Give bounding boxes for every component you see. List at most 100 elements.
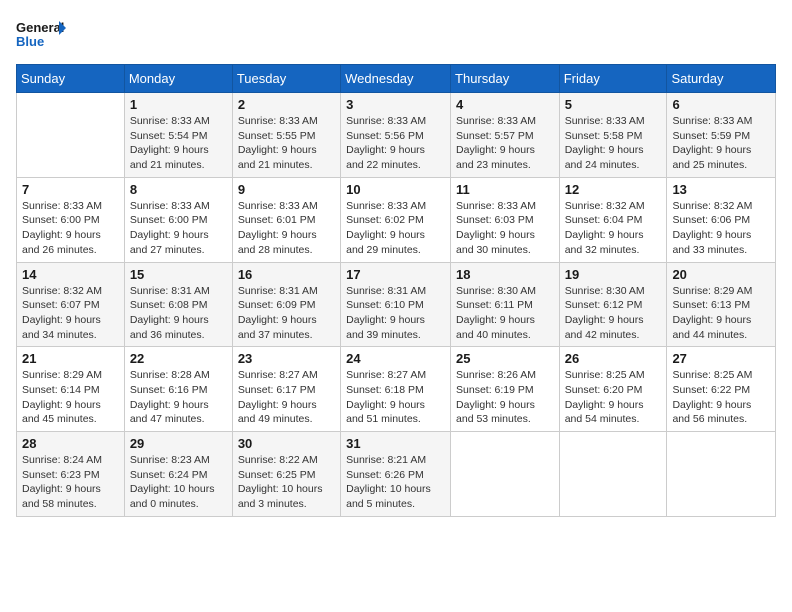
calendar-cell: 25 Sunrise: 8:26 AM Sunset: 6:19 PM Dayli…: [451, 347, 560, 432]
weekday-header-thursday: Thursday: [451, 65, 560, 93]
day-number: 19: [565, 267, 662, 282]
day-number: 21: [22, 351, 119, 366]
svg-text:General: General: [16, 20, 64, 35]
day-info: Sunrise: 8:33 AM Sunset: 5:58 PM Dayligh…: [565, 114, 662, 173]
calendar-cell: 6Sunrise: 8:33 AM Sunset: 5:59 PM Daylig…: [667, 93, 776, 178]
day-number: 9: [238, 182, 335, 197]
day-number: 20: [672, 267, 770, 282]
day-number: 27: [672, 351, 770, 366]
logo: General Blue: [16, 16, 66, 56]
calendar-cell: 22Sunrise: 8:28 AM Sunset: 6:16 PM Dayli…: [124, 347, 232, 432]
calendar-cell: 27Sunrise: 8:25 AM Sunset: 6:22 PM Dayli…: [667, 347, 776, 432]
day-number: 26: [565, 351, 662, 366]
calendar-cell: 1 Sunrise: 8:33 AM Sunset: 5:54 PM Daylig…: [124, 93, 232, 178]
day-info: Sunrise: 8:27 AM Sunset: 6:18 PM Dayligh…: [346, 368, 445, 427]
calendar-cell: 2Sunrise: 8:33 AM Sunset: 5:55 PM Daylig…: [232, 93, 340, 178]
calendar-week-row: 7 Sunrise: 8:33 AM Sunset: 6:00 PM Daylig…: [17, 177, 776, 262]
day-number: 24: [346, 351, 445, 366]
calendar-cell: 23Sunrise: 8:27 AM Sunset: 6:17 PM Dayli…: [232, 347, 340, 432]
calendar-cell: 15 Sunrise: 8:31 AM Sunset: 6:08 PM Dayli…: [124, 262, 232, 347]
day-info: Sunrise: 8:31 AM Sunset: 6:10 PM Dayligh…: [346, 284, 445, 343]
day-info: Sunrise: 8:30 AM Sunset: 6:12 PM Dayligh…: [565, 284, 662, 343]
day-number: 2: [238, 97, 335, 112]
calendar-cell: 13Sunrise: 8:32 AM Sunset: 6:06 PM Dayli…: [667, 177, 776, 262]
calendar-cell: 3Sunrise: 8:33 AM Sunset: 5:56 PM Daylig…: [341, 93, 451, 178]
calendar-cell: 14Sunrise: 8:32 AM Sunset: 6:07 PM Dayli…: [17, 262, 125, 347]
calendar-cell: 5 Sunrise: 8:33 AM Sunset: 5:58 PM Daylig…: [559, 93, 667, 178]
day-info: Sunrise: 8:21 AM Sunset: 6:26 PM Dayligh…: [346, 453, 445, 512]
calendar-week-row: 14Sunrise: 8:32 AM Sunset: 6:07 PM Dayli…: [17, 262, 776, 347]
weekday-header-monday: Monday: [124, 65, 232, 93]
day-info: Sunrise: 8:33 AM Sunset: 6:00 PM Dayligh…: [22, 199, 119, 258]
day-number: 18: [456, 267, 554, 282]
calendar-cell: 9 Sunrise: 8:33 AM Sunset: 6:01 PM Daylig…: [232, 177, 340, 262]
day-info: Sunrise: 8:31 AM Sunset: 6:09 PM Dayligh…: [238, 284, 335, 343]
calendar-cell: [17, 93, 125, 178]
day-info: Sunrise: 8:33 AM Sunset: 6:02 PM Dayligh…: [346, 199, 445, 258]
day-number: 25: [456, 351, 554, 366]
day-info: Sunrise: 8:33 AM Sunset: 5:57 PM Dayligh…: [456, 114, 554, 173]
calendar-cell: 16 Sunrise: 8:31 AM Sunset: 6:09 PM Dayli…: [232, 262, 340, 347]
day-number: 12: [565, 182, 662, 197]
day-info: Sunrise: 8:33 AM Sunset: 5:59 PM Dayligh…: [672, 114, 770, 173]
day-info: Sunrise: 8:33 AM Sunset: 5:54 PM Dayligh…: [130, 114, 227, 173]
day-info: Sunrise: 8:24 AM Sunset: 6:23 PM Dayligh…: [22, 453, 119, 512]
weekday-header-friday: Friday: [559, 65, 667, 93]
day-info: Sunrise: 8:31 AM Sunset: 6:08 PM Dayligh…: [130, 284, 227, 343]
calendar-cell: 11Sunrise: 8:33 AM Sunset: 6:03 PM Dayli…: [451, 177, 560, 262]
calendar-week-row: 28 Sunrise: 8:24 AM Sunset: 6:23 PM Dayli…: [17, 432, 776, 517]
weekday-header-tuesday: Tuesday: [232, 65, 340, 93]
calendar-cell: 29 Sunrise: 8:23 AM Sunset: 6:24 PM Dayli…: [124, 432, 232, 517]
calendar-cell: 10 Sunrise: 8:33 AM Sunset: 6:02 PM Dayli…: [341, 177, 451, 262]
calendar-cell: 8Sunrise: 8:33 AM Sunset: 6:00 PM Daylig…: [124, 177, 232, 262]
day-number: 17: [346, 267, 445, 282]
calendar-cell: 4 Sunrise: 8:33 AM Sunset: 5:57 PM Daylig…: [451, 93, 560, 178]
calendar-week-row: 21 Sunrise: 8:29 AM Sunset: 6:14 PM Dayli…: [17, 347, 776, 432]
calendar-cell: 21 Sunrise: 8:29 AM Sunset: 6:14 PM Dayli…: [17, 347, 125, 432]
day-number: 5: [565, 97, 662, 112]
svg-text:Blue: Blue: [16, 34, 44, 49]
day-info: Sunrise: 8:32 AM Sunset: 6:04 PM Dayligh…: [565, 199, 662, 258]
day-number: 13: [672, 182, 770, 197]
day-info: Sunrise: 8:29 AM Sunset: 6:13 PM Dayligh…: [672, 284, 770, 343]
calendar-cell: 17 Sunrise: 8:31 AM Sunset: 6:10 PM Dayli…: [341, 262, 451, 347]
weekday-header-saturday: Saturday: [667, 65, 776, 93]
day-info: Sunrise: 8:22 AM Sunset: 6:25 PM Dayligh…: [238, 453, 335, 512]
calendar-week-row: 1 Sunrise: 8:33 AM Sunset: 5:54 PM Daylig…: [17, 93, 776, 178]
logo-svg: General Blue: [16, 16, 66, 56]
weekday-header-row: SundayMondayTuesdayWednesdayThursdayFrid…: [17, 65, 776, 93]
day-number: 16: [238, 267, 335, 282]
day-number: 7: [22, 182, 119, 197]
day-number: 28: [22, 436, 119, 451]
day-number: 31: [346, 436, 445, 451]
calendar-cell: 30 Sunrise: 8:22 AM Sunset: 6:25 PM Dayli…: [232, 432, 340, 517]
day-number: 1: [130, 97, 227, 112]
calendar-cell: 31 Sunrise: 8:21 AM Sunset: 6:26 PM Dayli…: [341, 432, 451, 517]
day-number: 10: [346, 182, 445, 197]
day-info: Sunrise: 8:29 AM Sunset: 6:14 PM Dayligh…: [22, 368, 119, 427]
day-info: Sunrise: 8:25 AM Sunset: 6:20 PM Dayligh…: [565, 368, 662, 427]
day-info: Sunrise: 8:30 AM Sunset: 6:11 PM Dayligh…: [456, 284, 554, 343]
weekday-header-wednesday: Wednesday: [341, 65, 451, 93]
day-number: 15: [130, 267, 227, 282]
day-number: 30: [238, 436, 335, 451]
calendar-cell: 20 Sunrise: 8:29 AM Sunset: 6:13 PM Dayli…: [667, 262, 776, 347]
calendar-table: SundayMondayTuesdayWednesdayThursdayFrid…: [16, 64, 776, 517]
day-number: 22: [130, 351, 227, 366]
day-number: 4: [456, 97, 554, 112]
day-info: Sunrise: 8:27 AM Sunset: 6:17 PM Dayligh…: [238, 368, 335, 427]
day-info: Sunrise: 8:33 AM Sunset: 6:01 PM Dayligh…: [238, 199, 335, 258]
day-number: 8: [130, 182, 227, 197]
day-info: Sunrise: 8:33 AM Sunset: 6:03 PM Dayligh…: [456, 199, 554, 258]
day-info: Sunrise: 8:33 AM Sunset: 5:56 PM Dayligh…: [346, 114, 445, 173]
day-info: Sunrise: 8:23 AM Sunset: 6:24 PM Dayligh…: [130, 453, 227, 512]
calendar-cell: 28 Sunrise: 8:24 AM Sunset: 6:23 PM Dayli…: [17, 432, 125, 517]
calendar-cell: 12 Sunrise: 8:32 AM Sunset: 6:04 PM Dayli…: [559, 177, 667, 262]
day-number: 29: [130, 436, 227, 451]
day-info: Sunrise: 8:26 AM Sunset: 6:19 PM Dayligh…: [456, 368, 554, 427]
calendar-cell: 26 Sunrise: 8:25 AM Sunset: 6:20 PM Dayli…: [559, 347, 667, 432]
weekday-header-sunday: Sunday: [17, 65, 125, 93]
day-info: Sunrise: 8:32 AM Sunset: 6:07 PM Dayligh…: [22, 284, 119, 343]
calendar-cell: 24 Sunrise: 8:27 AM Sunset: 6:18 PM Dayli…: [341, 347, 451, 432]
calendar-cell: [451, 432, 560, 517]
